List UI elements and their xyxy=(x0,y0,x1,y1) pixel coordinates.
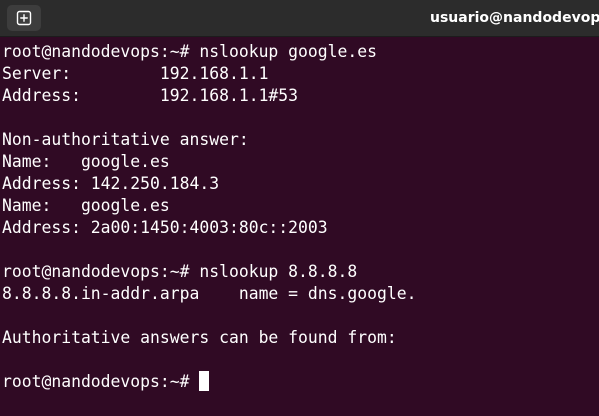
new-tab-button[interactable] xyxy=(7,5,41,31)
terminal-output[interactable]: root@nandodevops:~# nslookup google.es S… xyxy=(0,37,599,416)
terminal-window: usuario@nandodevops: ~ root@nandodevops:… xyxy=(0,0,599,416)
terminal-line-reverse-lookup: 8.8.8.8.in-addr.arpa name = dns.google. xyxy=(2,284,417,303)
window-title: usuario@nandodevops: ~ xyxy=(430,10,599,26)
terminal-line-command: root@nandodevops:~# nslookup 8.8.8.8 xyxy=(2,262,358,281)
terminal-line-address-ipv4: Address: 142.250.184.3 xyxy=(2,174,220,193)
prompt-text: root@nandodevops:~# xyxy=(2,372,200,391)
terminal-line-command: root@nandodevops:~# nslookup google.es xyxy=(2,42,377,61)
terminal-line-address-ipv6: Address: 2a00:1450:4003:80c::2003 xyxy=(2,218,328,237)
terminal-line-name: Name: google.es xyxy=(2,152,170,171)
terminal-line-prompt[interactable]: root@nandodevops:~# xyxy=(2,371,210,393)
terminal-line-non-authoritative: Non-authoritative answer: xyxy=(2,130,249,149)
terminal-line-name: Name: google.es xyxy=(2,196,170,215)
title-bar: usuario@nandodevops: ~ xyxy=(0,0,599,37)
new-tab-icon xyxy=(16,10,32,26)
terminal-line-address: Address: 192.168.1.1#53 xyxy=(2,86,299,105)
text-cursor xyxy=(199,371,210,391)
terminal-line-authoritative: Authoritative answers can be found from: xyxy=(2,328,397,347)
terminal-line-server: Server: 192.168.1.1 xyxy=(2,64,269,83)
